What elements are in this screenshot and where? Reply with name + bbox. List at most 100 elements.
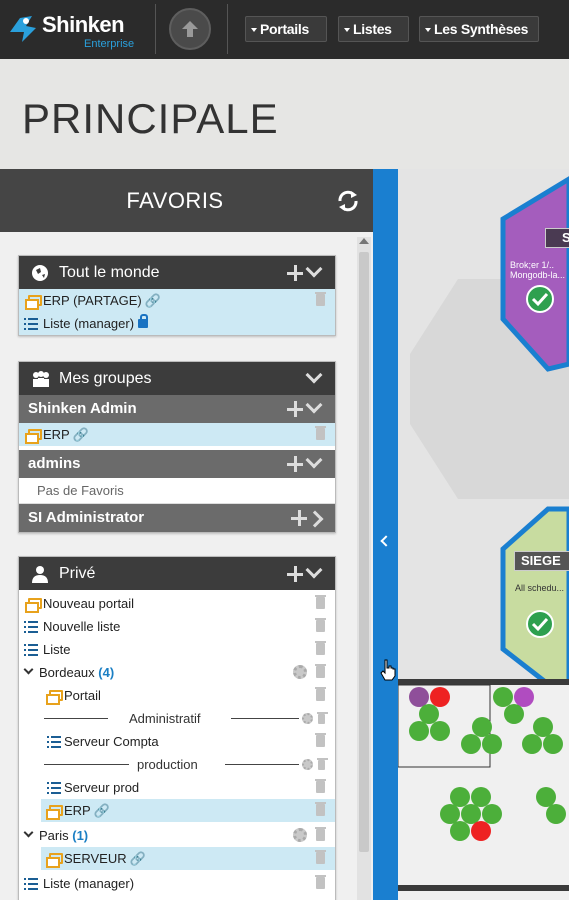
top-navbar: Shinken Enterprise Portails Listes Les S…	[0, 0, 569, 59]
folder-name: Paris	[39, 828, 69, 843]
cluster-5	[440, 787, 502, 841]
hand-cursor-icon	[380, 659, 396, 681]
section-tout-le-monde: Tout le monde ERP (PARTAGE) 🔗 Liste (mana…	[18, 255, 336, 336]
group-header-si-administrator[interactable]: SI Administrator	[19, 504, 335, 532]
chevron-down-icon[interactable]	[23, 827, 34, 838]
globe-icon	[32, 265, 48, 281]
trash-icon[interactable]	[315, 875, 326, 889]
group-name: SI Administrator	[28, 509, 145, 526]
chevron-down-icon[interactable]	[23, 664, 34, 675]
trash-icon[interactable]	[315, 426, 326, 440]
menu-syntheses[interactable]: Les Synthèses	[419, 16, 539, 42]
item-label: Portail	[64, 688, 101, 703]
section-title: Mes groupes	[59, 370, 152, 387]
tile-1-label: S	[545, 228, 569, 248]
separator-line	[44, 764, 129, 765]
trash-icon[interactable]	[317, 758, 328, 770]
up-button[interactable]	[169, 8, 211, 50]
chevron-down-icon[interactable]	[305, 567, 323, 581]
item-label: Liste (manager)	[43, 316, 135, 331]
item-label: ERP	[43, 427, 70, 442]
chevron-right-icon[interactable]	[309, 510, 323, 526]
trash-icon[interactable]	[315, 733, 326, 747]
cluster-4	[522, 717, 563, 754]
tile-2-text: All schedu...	[515, 583, 565, 593]
trash-icon[interactable]	[315, 664, 326, 678]
trash-icon[interactable]	[315, 802, 326, 816]
gear-icon[interactable]	[293, 828, 307, 842]
trash-icon[interactable]	[315, 850, 326, 864]
add-icon[interactable]	[287, 264, 303, 281]
divider	[155, 4, 156, 54]
fav-item-erp-partage[interactable]: ERP (PARTAGE) 🔗	[19, 289, 335, 312]
cluster-1	[409, 687, 450, 741]
scroll-up-arrow-icon[interactable]	[359, 238, 369, 244]
group-name: Shinken Admin	[28, 400, 137, 417]
add-icon[interactable]	[287, 401, 303, 417]
separator-actions	[295, 707, 335, 730]
item-label: ERP (PARTAGE)	[43, 293, 142, 308]
shinken-logo[interactable]: Shinken Enterprise	[6, 8, 146, 54]
group-header-admins[interactable]: admins	[19, 450, 335, 478]
dashboard-canvas[interactable]: S Brok;er 1/.. Mongodb-la... SIEGE All sc…	[398, 169, 569, 900]
fav-item-nouveau-portail[interactable]: Nouveau portail	[19, 592, 335, 615]
fav-item-liste-manager-prive[interactable]: Liste (manager)	[19, 872, 335, 895]
add-icon[interactable]	[287, 456, 303, 472]
chevron-down-icon[interactable]	[305, 372, 323, 386]
trash-icon[interactable]	[315, 292, 326, 306]
section-header[interactable]: Tout le monde	[19, 256, 335, 289]
gear-icon[interactable]	[293, 665, 307, 679]
fav-item-nouvelle-liste[interactable]: Nouvelle liste	[19, 615, 335, 638]
fav-item-serveur-compta[interactable]: Serveur Compta	[19, 730, 335, 753]
add-icon[interactable]	[287, 565, 303, 582]
folder-bordeaux[interactable]: Bordeaux (4)	[19, 661, 335, 684]
gear-icon[interactable]	[302, 759, 313, 770]
section-header[interactable]: Mes groupes	[19, 362, 335, 395]
fav-item-erp-bordeaux[interactable]: ERP 🔗	[41, 799, 335, 822]
fav-item-erp[interactable]: ERP 🔗	[19, 423, 335, 446]
menu-portails[interactable]: Portails	[245, 16, 327, 42]
separator-line	[225, 764, 299, 765]
refresh-icon[interactable]	[336, 189, 360, 213]
item-label: Nouveau portail	[43, 596, 135, 611]
page-title: PRINCIPALE	[22, 95, 279, 142]
group-header-shinken-admin[interactable]: Shinken Admin	[19, 395, 335, 423]
trash-icon[interactable]	[317, 712, 328, 724]
collapse-panel-bar[interactable]	[373, 169, 398, 900]
fav-item-serveur[interactable]: SERVEUR 🔗	[41, 847, 335, 870]
separator-administratif: Administratif	[19, 707, 335, 730]
trash-icon[interactable]	[315, 595, 326, 609]
trash-icon[interactable]	[315, 779, 326, 793]
chevron-down-icon[interactable]	[305, 402, 323, 416]
empty-favorites: Pas de Favoris	[19, 478, 335, 504]
fav-item-serveur-prod[interactable]: Serveur prod	[19, 776, 335, 799]
menu-label: Listes	[353, 21, 392, 37]
add-icon[interactable]	[291, 510, 307, 526]
fav-item-liste[interactable]: Liste	[19, 638, 335, 661]
tile-hex-2[interactable]	[500, 506, 569, 687]
separator-label: production	[137, 757, 198, 772]
folder-paris[interactable]: Paris (1)	[19, 824, 335, 847]
item-label: SERVEUR	[64, 851, 127, 866]
scrollbar-thumb[interactable]	[359, 252, 369, 852]
mini-hex-clusters	[409, 687, 566, 841]
list-icon	[47, 736, 61, 748]
gear-icon[interactable]	[302, 713, 313, 724]
trash-icon[interactable]	[315, 618, 326, 632]
cluster-2	[493, 687, 534, 724]
trash-icon[interactable]	[315, 687, 326, 701]
divider	[227, 4, 228, 54]
item-label: Liste (manager)	[43, 876, 135, 891]
chevron-down-icon[interactable]	[305, 457, 323, 471]
fav-item-liste-manager[interactable]: Liste (manager)	[19, 312, 335, 335]
chevron-down-icon[interactable]	[305, 266, 323, 280]
trash-icon[interactable]	[315, 641, 326, 655]
group-icon	[33, 371, 49, 387]
portal-icon	[25, 598, 42, 613]
section-header[interactable]: Privé	[19, 557, 335, 590]
menu-listes[interactable]: Listes	[338, 16, 409, 42]
item-label: ERP	[64, 803, 91, 818]
fav-item-portail[interactable]: Portail	[19, 684, 335, 707]
separator-line	[231, 718, 299, 719]
trash-icon[interactable]	[315, 827, 326, 841]
